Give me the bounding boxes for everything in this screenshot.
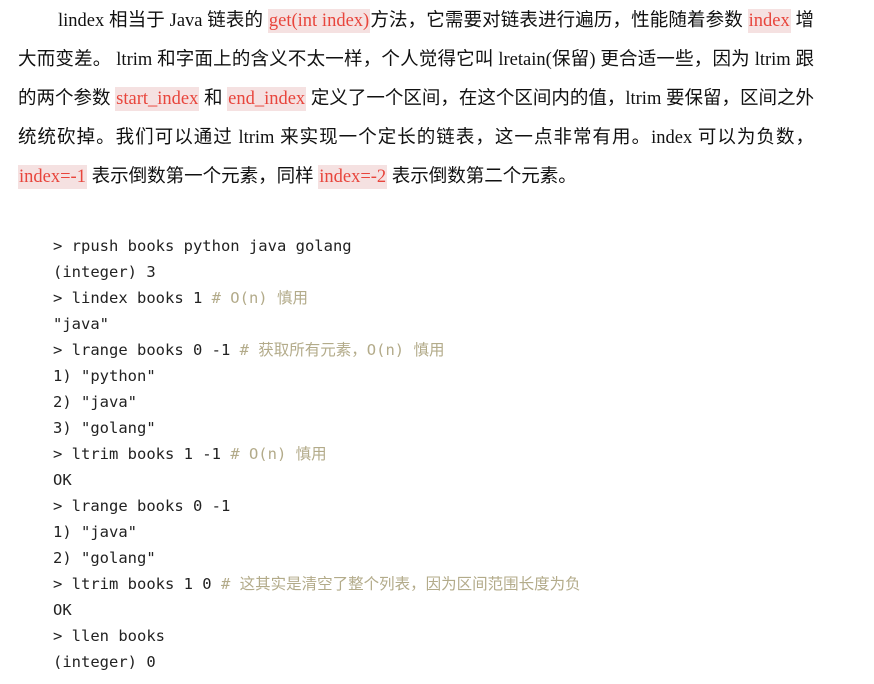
code-command: 1) "python" xyxy=(53,367,156,385)
text-run: 和 xyxy=(199,89,228,109)
code-comment: # 这其实是清空了整个列表，因为区间范围长度为负 xyxy=(220,575,581,593)
code-command: > ltrim books 1 0 xyxy=(53,575,221,593)
code-command: "java" xyxy=(53,315,109,333)
inline-code-highlight: get(int index) xyxy=(267,9,371,33)
code-command: > ltrim books 1 -1 xyxy=(53,445,231,463)
code-command: (integer) 3 xyxy=(53,263,156,281)
code-line: > lrange books 0 -1 xyxy=(53,493,581,519)
code-command: > lrange books 0 -1 xyxy=(53,341,240,359)
code-line: 1) "python" xyxy=(53,363,581,389)
inline-code-highlight: index xyxy=(747,9,791,33)
code-line: OK xyxy=(53,467,581,493)
inline-code-highlight: index=-1 xyxy=(18,165,87,189)
code-line: (integer) 3 xyxy=(53,259,581,285)
code-command: 2) "golang" xyxy=(53,549,156,567)
code-line: 3) "golang" xyxy=(53,415,581,441)
code-command: > lindex books 1 xyxy=(53,289,212,307)
code-line: OK xyxy=(53,597,581,623)
code-command: 3) "golang" xyxy=(53,419,156,437)
inline-code-highlight: index=-2 xyxy=(318,165,388,189)
code-line: "java" xyxy=(53,311,581,337)
body-paragraph: lindex 相当于 Java 链表的 get(int index)方法，它需要… xyxy=(18,2,814,197)
code-comment: # 获取所有元素，O(n) 慎用 xyxy=(239,341,445,359)
code-line: > ltrim books 1 0 # 这其实是清空了整个列表，因为区间范围长度… xyxy=(53,571,581,597)
code-line: > rpush books python java golang xyxy=(53,233,581,259)
code-line: > llen books xyxy=(53,623,581,649)
text-run: 表示倒数第二个元素。 xyxy=(387,167,577,187)
code-command: OK xyxy=(53,471,72,489)
code-command: 2) "java" xyxy=(53,393,137,411)
code-line: 2) "golang" xyxy=(53,545,581,571)
inline-code-highlight: start_index xyxy=(115,87,200,111)
code-line: > lrange books 0 -1 # 获取所有元素，O(n) 慎用 xyxy=(53,337,581,363)
code-command: > lrange books 0 -1 xyxy=(53,497,231,515)
code-line: 1) "java" xyxy=(53,519,581,545)
code-comment: # O(n) 慎用 xyxy=(211,289,308,307)
code-command: 1) "java" xyxy=(53,523,137,541)
code-comment: # O(n) 慎用 xyxy=(230,445,327,463)
code-block: > rpush books python java golang (intege… xyxy=(53,233,581,675)
text-run: 方法，它需要对链表进行遍历，性能随着参数 xyxy=(370,11,748,31)
code-command: OK xyxy=(53,601,72,619)
code-line: > ltrim books 1 -1 # O(n) 慎用 xyxy=(53,441,581,467)
code-line: (integer) 0 xyxy=(53,649,581,675)
text-run: 表示倒数第一个元素，同样 xyxy=(86,167,319,187)
text-run: lindex 相当于 Java 链表的 xyxy=(58,11,268,31)
inline-code-highlight: end_index xyxy=(227,87,307,111)
document-page: lindex 相当于 Java 链表的 get(int index)方法，它需要… xyxy=(0,0,874,684)
code-line: 2) "java" xyxy=(53,389,581,415)
code-command: > rpush books python java golang xyxy=(53,237,352,255)
code-command: (integer) 0 xyxy=(53,653,156,671)
code-command: > llen books xyxy=(53,627,165,645)
code-line: > lindex books 1 # O(n) 慎用 xyxy=(53,285,581,311)
